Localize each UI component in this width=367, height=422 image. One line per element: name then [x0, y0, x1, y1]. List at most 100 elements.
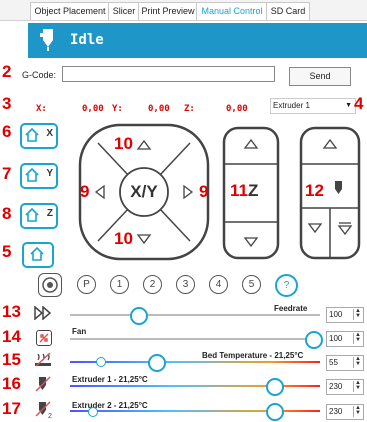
extruder-1-icon	[35, 376, 51, 392]
bed-temperature-spinbox[interactable]: 55 ▲ ▼	[326, 355, 364, 371]
callout-16: 16	[2, 374, 21, 393]
home-all-button[interactable]	[22, 242, 54, 268]
fan-track	[70, 338, 320, 340]
bed-temperature-slider-thumb[interactable]	[148, 354, 166, 372]
status-header: Idle	[28, 23, 367, 58]
extruder-2-slider-thumb[interactable]	[266, 403, 284, 421]
feedrate-label: Feedrate	[274, 304, 308, 313]
gcode-label: G-Code:	[22, 70, 57, 80]
target-icon	[42, 277, 58, 293]
extruder-2-icon: 2	[35, 401, 52, 419]
bed-current-temp-marker	[96, 357, 106, 367]
home-icon	[25, 208, 39, 222]
callout-15: 15	[2, 350, 21, 369]
send-button[interactable]: Send	[289, 67, 351, 86]
bed-temperature-value: 55	[329, 358, 338, 367]
extruder-retract-button[interactable]	[303, 130, 357, 162]
x-value: 0,00	[82, 104, 104, 114]
home-z-button[interactable]: Z	[20, 203, 58, 229]
callout-12: 12	[305, 181, 324, 200]
extruder-1-value: 230	[329, 382, 343, 391]
callout-11: 11	[230, 181, 248, 200]
x-minus-button[interactable]	[86, 180, 110, 204]
gcode-input[interactable]	[62, 66, 275, 82]
y-minus-button[interactable]	[132, 229, 156, 253]
y-value: 0,00	[148, 104, 170, 114]
feedrate-track	[70, 314, 320, 316]
svg-text:2: 2	[48, 413, 52, 419]
chevron-down-icon: ▼	[345, 102, 352, 109]
preset-target-button[interactable]	[38, 273, 62, 297]
preset-p-button[interactable]: P	[77, 275, 96, 294]
preset-3-button[interactable]: 3	[176, 275, 195, 294]
callout-2: 2	[2, 62, 12, 81]
feedrate-value: 100	[329, 310, 343, 319]
extruder-extrude-button[interactable]	[303, 210, 329, 256]
home-x-label: X	[46, 128, 53, 139]
preset-help-button[interactable]: ?	[275, 274, 298, 297]
callout-8: 8	[2, 204, 12, 223]
extruder-2-spinbox[interactable]: 230 ▲ ▼	[326, 404, 364, 420]
tab-slicer[interactable]: Slicer	[108, 2, 140, 20]
home-icon	[30, 247, 44, 261]
z-label: Z:	[184, 104, 195, 114]
extruder-1-slider-thumb[interactable]	[266, 378, 284, 396]
home-y-label: Y	[46, 168, 53, 179]
callout-7: 7	[2, 164, 12, 183]
heated-bed-icon	[35, 352, 51, 367]
home-x-button[interactable]: X	[20, 123, 58, 149]
home-icon	[25, 128, 39, 142]
fan-label: Fan	[72, 327, 87, 336]
callout-5: 5	[2, 242, 12, 261]
extruder-select[interactable]: Extruder 1 ▼	[270, 98, 356, 114]
z-up-button[interactable]	[226, 130, 276, 162]
y-label: Y:	[112, 104, 123, 114]
fan-value: 100	[329, 334, 343, 343]
xy-center-button[interactable]: X/Y	[120, 182, 168, 202]
z-value: 0,00	[226, 104, 248, 114]
callout-3: 3	[2, 94, 12, 113]
feedrate-spinbox[interactable]: 100 ▲ ▼	[326, 307, 364, 323]
callout-10-bottom: 10	[114, 229, 133, 248]
callout-9-left: 9	[80, 182, 90, 201]
preset-1-button[interactable]: 1	[110, 275, 129, 294]
bed-temperature-label: Bed Temperature - 21,25°C	[202, 351, 304, 360]
extruder-2-label: Extruder 2 - 21,25°C	[72, 401, 148, 410]
preset-2-button[interactable]: 2	[143, 275, 162, 294]
tab-bar: Object Placement Slicer Print Preview Ma…	[0, 0, 367, 21]
callout-13: 13	[2, 302, 21, 321]
tab-object-placement[interactable]: Object Placement	[30, 2, 110, 20]
tab-print-preview[interactable]: Print Preview	[138, 2, 198, 20]
home-icon	[25, 168, 39, 182]
home-y-button[interactable]: Y	[20, 163, 58, 189]
home-z-label: Z	[46, 208, 53, 219]
callout-10-top: 10	[114, 134, 133, 153]
z-axis-label: Z	[248, 181, 259, 200]
extruder-extrude-more-button[interactable]	[332, 210, 358, 256]
fan-slider-thumb[interactable]	[305, 331, 323, 349]
extruder-icon	[40, 29, 53, 51]
tab-sd-card[interactable]: SD Card	[266, 2, 310, 20]
z-down-button[interactable]	[226, 224, 276, 256]
fan-icon	[36, 330, 52, 346]
callout-14: 14	[2, 327, 21, 346]
status-text: Idle	[70, 32, 104, 48]
extruder-2-current-temp-marker	[88, 407, 98, 417]
callout-6: 6	[2, 122, 12, 141]
extruder-2-value: 230	[329, 407, 343, 416]
y-plus-button[interactable]	[132, 131, 156, 155]
fan-spinbox[interactable]: 100 ▲ ▼	[326, 331, 364, 347]
xy-jog-pad: X/Y	[78, 123, 210, 261]
extruder-select-value: Extruder 1	[273, 101, 310, 110]
feedrate-slider-thumb[interactable]	[130, 307, 148, 325]
preset-4-button[interactable]: 4	[209, 275, 228, 294]
preset-5-button[interactable]: 5	[242, 275, 261, 294]
callout-4: 4	[354, 94, 364, 113]
x-label: X:	[36, 104, 47, 114]
callout-9-right: 9	[199, 182, 209, 201]
extruder-1-spinbox[interactable]: 230 ▲ ▼	[326, 379, 364, 395]
tab-manual-control[interactable]: Manual Control	[196, 2, 268, 20]
fast-forward-icon	[34, 306, 52, 320]
bed-temperature-track	[70, 361, 320, 363]
extruder-1-label: Extruder 1 - 21,25°C	[72, 375, 148, 384]
